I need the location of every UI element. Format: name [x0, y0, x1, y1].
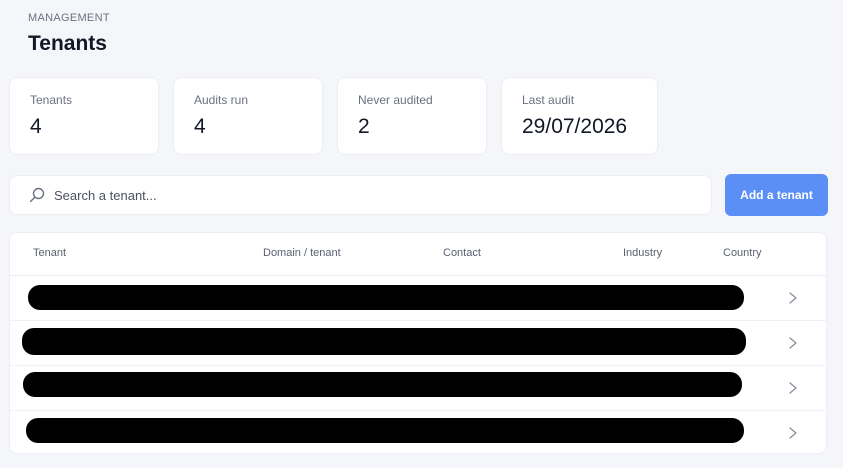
- search-icon: [29, 187, 45, 203]
- stat-label: Audits run: [194, 93, 249, 107]
- column-header-tenant[interactable]: Tenant: [33, 247, 66, 259]
- search-input[interactable]: [54, 180, 654, 210]
- stat-card-last-audit: Last audit 29/07/2026: [501, 77, 658, 155]
- stat-value: 29/07/2026: [522, 115, 628, 138]
- chevron-right-icon[interactable]: [786, 381, 800, 395]
- stat-label: Tenants: [30, 93, 73, 107]
- redacted-row-content: [26, 418, 744, 443]
- stat-card-audits-run: Audits run 4: [173, 77, 323, 155]
- search-bar[interactable]: [9, 175, 712, 215]
- table-row[interactable]: [10, 366, 826, 411]
- column-header-domain[interactable]: Domain / tenant: [263, 247, 341, 259]
- tenants-page: MANAGEMENT Tenants Tenants 4 Audits run …: [0, 0, 843, 468]
- section-eyebrow: MANAGEMENT: [28, 12, 110, 24]
- add-tenant-button[interactable]: Add a tenant: [725, 174, 828, 216]
- table-row[interactable]: [10, 276, 826, 321]
- table-row[interactable]: [10, 321, 826, 366]
- stat-value: 4: [30, 115, 42, 138]
- stat-value: 2: [358, 115, 370, 138]
- stat-card-tenants: Tenants 4: [9, 77, 159, 155]
- table-header: Tenant Domain / tenant Contact Industry …: [10, 233, 826, 276]
- redacted-row-content: [22, 328, 746, 355]
- tenants-table: Tenant Domain / tenant Contact Industry …: [9, 232, 827, 454]
- page-title: Tenants: [28, 32, 107, 55]
- chevron-right-icon[interactable]: [786, 426, 800, 440]
- column-header-industry[interactable]: Industry: [623, 247, 662, 259]
- column-header-contact[interactable]: Contact: [443, 247, 481, 259]
- redacted-row-content: [28, 285, 744, 310]
- stat-card-never-audited: Never audited 2: [337, 77, 487, 155]
- chevron-right-icon[interactable]: [786, 291, 800, 305]
- table-row[interactable]: [10, 411, 826, 456]
- column-header-country[interactable]: Country: [723, 247, 762, 259]
- chevron-right-icon[interactable]: [786, 336, 800, 350]
- stat-label: Last audit: [522, 93, 575, 107]
- stat-value: 4: [194, 115, 206, 138]
- redacted-row-content: [23, 372, 742, 397]
- stat-label: Never audited: [358, 93, 433, 107]
